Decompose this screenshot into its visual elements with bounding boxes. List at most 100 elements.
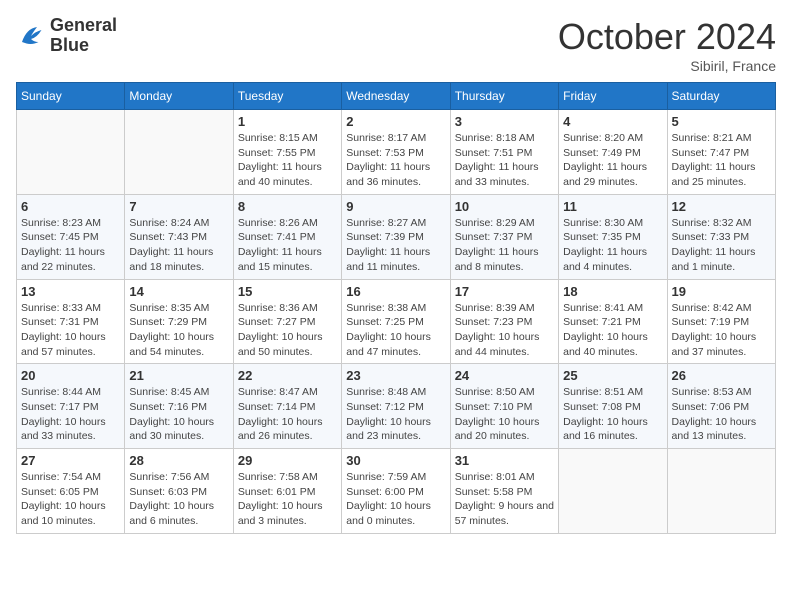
sunrise-text: Sunrise: 8:36 AM — [238, 302, 318, 314]
daylight-text: Daylight: 11 hours and 1 minute. — [672, 246, 756, 273]
sunrise-text: Sunrise: 8:18 AM — [455, 132, 535, 144]
sunrise-text: Sunrise: 8:01 AM — [455, 471, 535, 483]
day-number: 3 — [455, 114, 554, 129]
sunrise-text: Sunrise: 8:23 AM — [21, 217, 101, 229]
calendar-week-row: 27 Sunrise: 7:54 AM Sunset: 6:05 PM Dayl… — [17, 449, 776, 534]
calendar-cell: 29 Sunrise: 7:58 AM Sunset: 6:01 PM Dayl… — [233, 449, 341, 534]
calendar-cell: 16 Sunrise: 8:38 AM Sunset: 7:25 PM Dayl… — [342, 279, 450, 364]
calendar-cell: 7 Sunrise: 8:24 AM Sunset: 7:43 PM Dayli… — [125, 194, 233, 279]
calendar-cell: 23 Sunrise: 8:48 AM Sunset: 7:12 PM Dayl… — [342, 364, 450, 449]
title-block: October 2024 Sibiril, France — [558, 16, 776, 74]
sunrise-text: Sunrise: 8:17 AM — [346, 132, 426, 144]
sunrise-text: Sunrise: 8:27 AM — [346, 217, 426, 229]
calendar-cell: 14 Sunrise: 8:35 AM Sunset: 7:29 PM Dayl… — [125, 279, 233, 364]
sunset-text: Sunset: 7:51 PM — [455, 147, 533, 159]
day-info: Sunrise: 8:45 AM Sunset: 7:16 PM Dayligh… — [129, 385, 228, 444]
sunset-text: Sunset: 7:43 PM — [129, 231, 207, 243]
sunrise-text: Sunrise: 8:51 AM — [563, 386, 643, 398]
day-info: Sunrise: 8:48 AM Sunset: 7:12 PM Dayligh… — [346, 385, 445, 444]
sunset-text: Sunset: 7:08 PM — [563, 401, 641, 413]
page-header: General Blue October 2024 Sibiril, Franc… — [16, 16, 776, 74]
calendar-cell: 31 Sunrise: 8:01 AM Sunset: 5:58 PM Dayl… — [450, 449, 558, 534]
calendar-cell: 9 Sunrise: 8:27 AM Sunset: 7:39 PM Dayli… — [342, 194, 450, 279]
sunrise-text: Sunrise: 8:42 AM — [672, 302, 752, 314]
sunset-text: Sunset: 6:01 PM — [238, 486, 316, 498]
sunset-text: Sunset: 7:23 PM — [455, 316, 533, 328]
sunset-text: Sunset: 7:06 PM — [672, 401, 750, 413]
sunset-text: Sunset: 7:35 PM — [563, 231, 641, 243]
weekday-header: Friday — [559, 83, 667, 110]
daylight-text: Daylight: 9 hours and 57 minutes. — [455, 500, 554, 527]
calendar-cell: 12 Sunrise: 8:32 AM Sunset: 7:33 PM Dayl… — [667, 194, 775, 279]
daylight-text: Daylight: 10 hours and 6 minutes. — [129, 500, 214, 527]
day-info: Sunrise: 8:47 AM Sunset: 7:14 PM Dayligh… — [238, 385, 337, 444]
day-info: Sunrise: 8:15 AM Sunset: 7:55 PM Dayligh… — [238, 131, 337, 190]
day-number: 22 — [238, 368, 337, 383]
day-info: Sunrise: 7:56 AM Sunset: 6:03 PM Dayligh… — [129, 470, 228, 529]
day-number: 17 — [455, 284, 554, 299]
day-number: 28 — [129, 453, 228, 468]
calendar-cell — [125, 110, 233, 195]
sunset-text: Sunset: 5:58 PM — [455, 486, 533, 498]
daylight-text: Daylight: 10 hours and 44 minutes. — [455, 331, 540, 358]
daylight-text: Daylight: 11 hours and 40 minutes. — [238, 161, 322, 188]
weekday-header: Sunday — [17, 83, 125, 110]
sunrise-text: Sunrise: 8:32 AM — [672, 217, 752, 229]
day-info: Sunrise: 8:20 AM Sunset: 7:49 PM Dayligh… — [563, 131, 662, 190]
sunset-text: Sunset: 7:47 PM — [672, 147, 750, 159]
day-number: 2 — [346, 114, 445, 129]
sunrise-text: Sunrise: 8:30 AM — [563, 217, 643, 229]
day-info: Sunrise: 7:59 AM Sunset: 6:00 PM Dayligh… — [346, 470, 445, 529]
calendar-cell: 19 Sunrise: 8:42 AM Sunset: 7:19 PM Dayl… — [667, 279, 775, 364]
calendar-cell: 6 Sunrise: 8:23 AM Sunset: 7:45 PM Dayli… — [17, 194, 125, 279]
sunset-text: Sunset: 7:53 PM — [346, 147, 424, 159]
day-number: 16 — [346, 284, 445, 299]
calendar-cell — [559, 449, 667, 534]
daylight-text: Daylight: 10 hours and 3 minutes. — [238, 500, 323, 527]
sunset-text: Sunset: 6:03 PM — [129, 486, 207, 498]
day-info: Sunrise: 8:35 AM Sunset: 7:29 PM Dayligh… — [129, 301, 228, 360]
sunset-text: Sunset: 7:45 PM — [21, 231, 99, 243]
sunset-text: Sunset: 7:39 PM — [346, 231, 424, 243]
sunrise-text: Sunrise: 7:56 AM — [129, 471, 209, 483]
calendar-cell: 2 Sunrise: 8:17 AM Sunset: 7:53 PM Dayli… — [342, 110, 450, 195]
sunset-text: Sunset: 7:41 PM — [238, 231, 316, 243]
day-number: 20 — [21, 368, 120, 383]
day-number: 11 — [563, 199, 662, 214]
day-number: 19 — [672, 284, 771, 299]
calendar-cell: 21 Sunrise: 8:45 AM Sunset: 7:16 PM Dayl… — [125, 364, 233, 449]
day-info: Sunrise: 8:38 AM Sunset: 7:25 PM Dayligh… — [346, 301, 445, 360]
sunset-text: Sunset: 7:33 PM — [672, 231, 750, 243]
daylight-text: Daylight: 10 hours and 54 minutes. — [129, 331, 214, 358]
daylight-text: Daylight: 11 hours and 33 minutes. — [455, 161, 539, 188]
day-info: Sunrise: 8:17 AM Sunset: 7:53 PM Dayligh… — [346, 131, 445, 190]
sunset-text: Sunset: 7:25 PM — [346, 316, 424, 328]
weekday-header: Saturday — [667, 83, 775, 110]
day-number: 27 — [21, 453, 120, 468]
day-info: Sunrise: 7:58 AM Sunset: 6:01 PM Dayligh… — [238, 470, 337, 529]
calendar-week-row: 6 Sunrise: 8:23 AM Sunset: 7:45 PM Dayli… — [17, 194, 776, 279]
sunrise-text: Sunrise: 8:24 AM — [129, 217, 209, 229]
sunrise-text: Sunrise: 8:45 AM — [129, 386, 209, 398]
daylight-text: Daylight: 10 hours and 33 minutes. — [21, 416, 106, 443]
day-number: 15 — [238, 284, 337, 299]
day-number: 9 — [346, 199, 445, 214]
logo-text-line2: Blue — [50, 36, 117, 56]
day-number: 6 — [21, 199, 120, 214]
daylight-text: Daylight: 11 hours and 15 minutes. — [238, 246, 322, 273]
sunrise-text: Sunrise: 8:15 AM — [238, 132, 318, 144]
daylight-text: Daylight: 11 hours and 25 minutes. — [672, 161, 756, 188]
weekday-header: Thursday — [450, 83, 558, 110]
daylight-text: Daylight: 10 hours and 0 minutes. — [346, 500, 431, 527]
calendar-week-row: 1 Sunrise: 8:15 AM Sunset: 7:55 PM Dayli… — [17, 110, 776, 195]
daylight-text: Daylight: 10 hours and 13 minutes. — [672, 416, 757, 443]
daylight-text: Daylight: 10 hours and 30 minutes. — [129, 416, 214, 443]
daylight-text: Daylight: 11 hours and 4 minutes. — [563, 246, 647, 273]
day-info: Sunrise: 8:23 AM Sunset: 7:45 PM Dayligh… — [21, 216, 120, 275]
calendar-cell: 13 Sunrise: 8:33 AM Sunset: 7:31 PM Dayl… — [17, 279, 125, 364]
daylight-text: Daylight: 10 hours and 37 minutes. — [672, 331, 757, 358]
daylight-text: Daylight: 11 hours and 29 minutes. — [563, 161, 647, 188]
calendar-cell: 20 Sunrise: 8:44 AM Sunset: 7:17 PM Dayl… — [17, 364, 125, 449]
day-info: Sunrise: 8:41 AM Sunset: 7:21 PM Dayligh… — [563, 301, 662, 360]
day-number: 5 — [672, 114, 771, 129]
